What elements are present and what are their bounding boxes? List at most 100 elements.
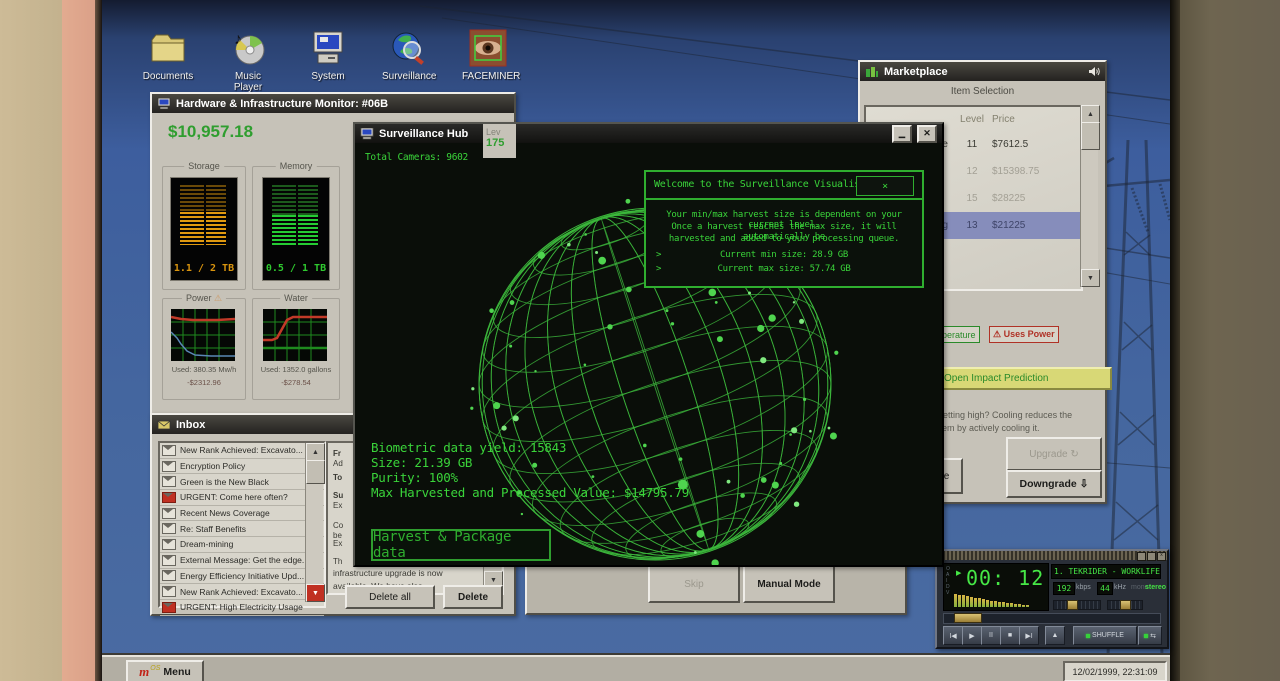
faceminer-icon: [468, 28, 508, 68]
clutterbar[interactable]: OAIDV: [946, 566, 952, 596]
balance-slider[interactable]: [1107, 600, 1143, 610]
menu-button[interactable]: m OS Menu: [126, 660, 204, 681]
close-button[interactable]: ✕: [917, 125, 937, 143]
message-item[interactable]: URGENT: Come here often?: [160, 490, 324, 506]
prev-button[interactable]: I◀: [943, 626, 963, 645]
item-table-scrollbar[interactable]: ▲ ▼: [1080, 105, 1098, 287]
message-subject: Recent News Coverage: [180, 508, 270, 518]
surveillance-hub-titlebar[interactable]: Surveillance Hub ▁ ✕: [355, 124, 942, 143]
welcome-close-button[interactable]: ×: [856, 176, 914, 196]
eject-button[interactable]: ▲: [1045, 626, 1065, 645]
current-max-size: Current max size: 57.74 GB: [646, 264, 922, 274]
message-item[interactable]: External Message: Get the edge...: [160, 553, 324, 569]
welcome-divider: [646, 198, 922, 200]
message-subject: Green is the New Black: [180, 477, 269, 487]
next-button[interactable]: ▶I: [1019, 626, 1039, 645]
desktop-icon-music-player[interactable]: ♪ Music Player: [222, 28, 274, 93]
item-price: $21225: [992, 220, 1066, 231]
message-item[interactable]: Re: Staff Benefits: [160, 521, 324, 537]
preview-header-fragment: Ex: [333, 501, 342, 510]
marketplace-titlebar[interactable]: Marketplace: [860, 62, 1105, 81]
message-subject: New Rank Achieved: Excavato...: [180, 445, 303, 455]
pause-button[interactable]: II: [981, 626, 1001, 645]
desktop-icon-faceminer[interactable]: FACEMINER: [462, 28, 514, 93]
repeat-button[interactable]: ⇆: [1138, 626, 1162, 645]
desktop-icon-label: FACEMINER: [462, 71, 514, 82]
message-item[interactable]: URGENT: High Electricity Usage: [160, 600, 324, 616]
downgrade-button[interactable]: Downgrade ⇩: [1006, 470, 1102, 498]
play-button[interactable]: ▶: [962, 626, 982, 645]
hardware-monitor-titlebar[interactable]: Hardware & Infrastructure Monitor: #06B: [152, 94, 514, 113]
desktop-icon-label: Music Player: [222, 71, 274, 93]
delete-button[interactable]: Delete: [443, 585, 503, 609]
delete-all-button[interactable]: Delete all: [345, 585, 435, 609]
welcome-title: Welcome to the Surveillance Visualiser!: [654, 179, 877, 190]
play-indicator-icon: ▶: [956, 569, 961, 577]
inbox-title: Inbox: [176, 419, 205, 431]
taskbar-clock[interactable]: 12/02/1999, 22:31:09: [1063, 661, 1167, 681]
desktop-icon-system[interactable]: System: [302, 28, 354, 93]
message-subject: Encryption Policy: [180, 461, 245, 471]
preview-header-fragment: Co: [333, 521, 343, 530]
track-title: 1. TEKRIDER - WORKLIFE (3:48): [1054, 567, 1161, 576]
message-item[interactable]: Encryption Policy: [160, 459, 324, 475]
open-impact-prediction-button[interactable]: Open Impact Prediction: [938, 367, 1112, 390]
power-group: Power ⚠ Used: 380.35 Mw/h -$2312.96: [162, 298, 246, 400]
message-item[interactable]: Energy Efficiency Initiative Upd...: [160, 569, 324, 585]
harvest-package-button[interactable]: Harvest & Package data: [371, 529, 551, 561]
upgrade-button[interactable]: Upgrade ↻: [1006, 437, 1102, 471]
player-lcd: OAIDV ▶ 00: 12: [943, 563, 1049, 611]
item-level: 15: [952, 193, 992, 204]
skip-button[interactable]: Skip: [648, 565, 740, 603]
upgrade-icon: ↻: [1070, 449, 1078, 460]
time-display: 00: 12: [966, 566, 1044, 590]
taskbar: m OS Menu 12/02/1999, 22:31:09: [102, 655, 1170, 681]
item-selection-label: Item Selection: [860, 86, 1105, 97]
preview-header-fragment: Fr: [333, 449, 341, 458]
music-player-icon: ♪: [228, 28, 268, 68]
desktop-icon-surveillance[interactable]: Surveillance: [382, 28, 434, 93]
track-display[interactable]: 1. TEKRIDER - WORKLIFE (3:48): [1051, 564, 1161, 579]
downgrade-icon: ⇩: [1080, 478, 1089, 490]
player-minimize-icon[interactable]: [1137, 552, 1146, 561]
message-item[interactable]: Recent News Coverage: [160, 506, 324, 522]
preview-header-fragment: Th: [333, 557, 342, 566]
envelope-icon: [162, 492, 176, 503]
message-item[interactable]: Dream-mining: [160, 537, 324, 553]
envelope-icon: [162, 445, 176, 456]
minimize-button[interactable]: ▁: [892, 125, 912, 143]
water-chart: [263, 309, 327, 361]
manual-mode-button[interactable]: Manual Mode: [743, 565, 835, 603]
message-subject: Re: Staff Benefits: [180, 524, 246, 534]
speaker-icon[interactable]: [1088, 66, 1100, 77]
monitor-bezel-right-outer: [1180, 0, 1280, 681]
message-subject: Energy Efficiency Initiative Upd...: [180, 571, 304, 581]
marketplace-title: Marketplace: [884, 66, 1083, 78]
message-item[interactable]: New Rank Achieved: Excavato...: [160, 443, 324, 459]
shuffle-button[interactable]: SHUFFLE: [1073, 626, 1137, 645]
power-warning-icon: ⚠: [214, 293, 222, 303]
player-titlebar[interactable]: x: [937, 551, 1167, 560]
preview-header-fragment: Ad: [333, 459, 343, 468]
svg-text:♪: ♪: [234, 31, 242, 48]
volume-slider[interactable]: [1053, 600, 1101, 610]
stop-button[interactable]: ■: [1000, 626, 1020, 645]
seek-bar[interactable]: [943, 613, 1161, 624]
cooling-description: gs getting high? Cooling reduces the sys…: [926, 409, 1098, 435]
player-shade-icon[interactable]: [1147, 552, 1156, 561]
uses-power-badge: ⚠ Uses Power: [989, 326, 1059, 343]
desktop-icon-label: Surveillance: [382, 71, 434, 82]
memory-gauge: 0.5 / 1 TB: [262, 177, 330, 281]
seek-thumb[interactable]: [954, 613, 982, 623]
player-close-icon[interactable]: x: [1157, 552, 1166, 561]
message-item[interactable]: New Rank Achieved: Excavato...: [160, 584, 324, 600]
samplerate-display: 44: [1097, 582, 1113, 595]
desktop-icon-documents[interactable]: Documents: [142, 28, 194, 93]
music-player-window: x OAIDV ▶ 00: 12 1. TEKRIDER - WORKLIFE …: [935, 549, 1169, 649]
message-list-scrollbar[interactable]: ▲ ▼: [305, 443, 323, 602]
bitrate-unit: kbps: [1076, 584, 1091, 591]
message-item[interactable]: Green is the New Black: [160, 474, 324, 490]
documents-icon: [148, 28, 188, 68]
envelope-icon: [162, 523, 176, 534]
storage-gauge: 1.1 / 2 TB: [170, 177, 238, 281]
